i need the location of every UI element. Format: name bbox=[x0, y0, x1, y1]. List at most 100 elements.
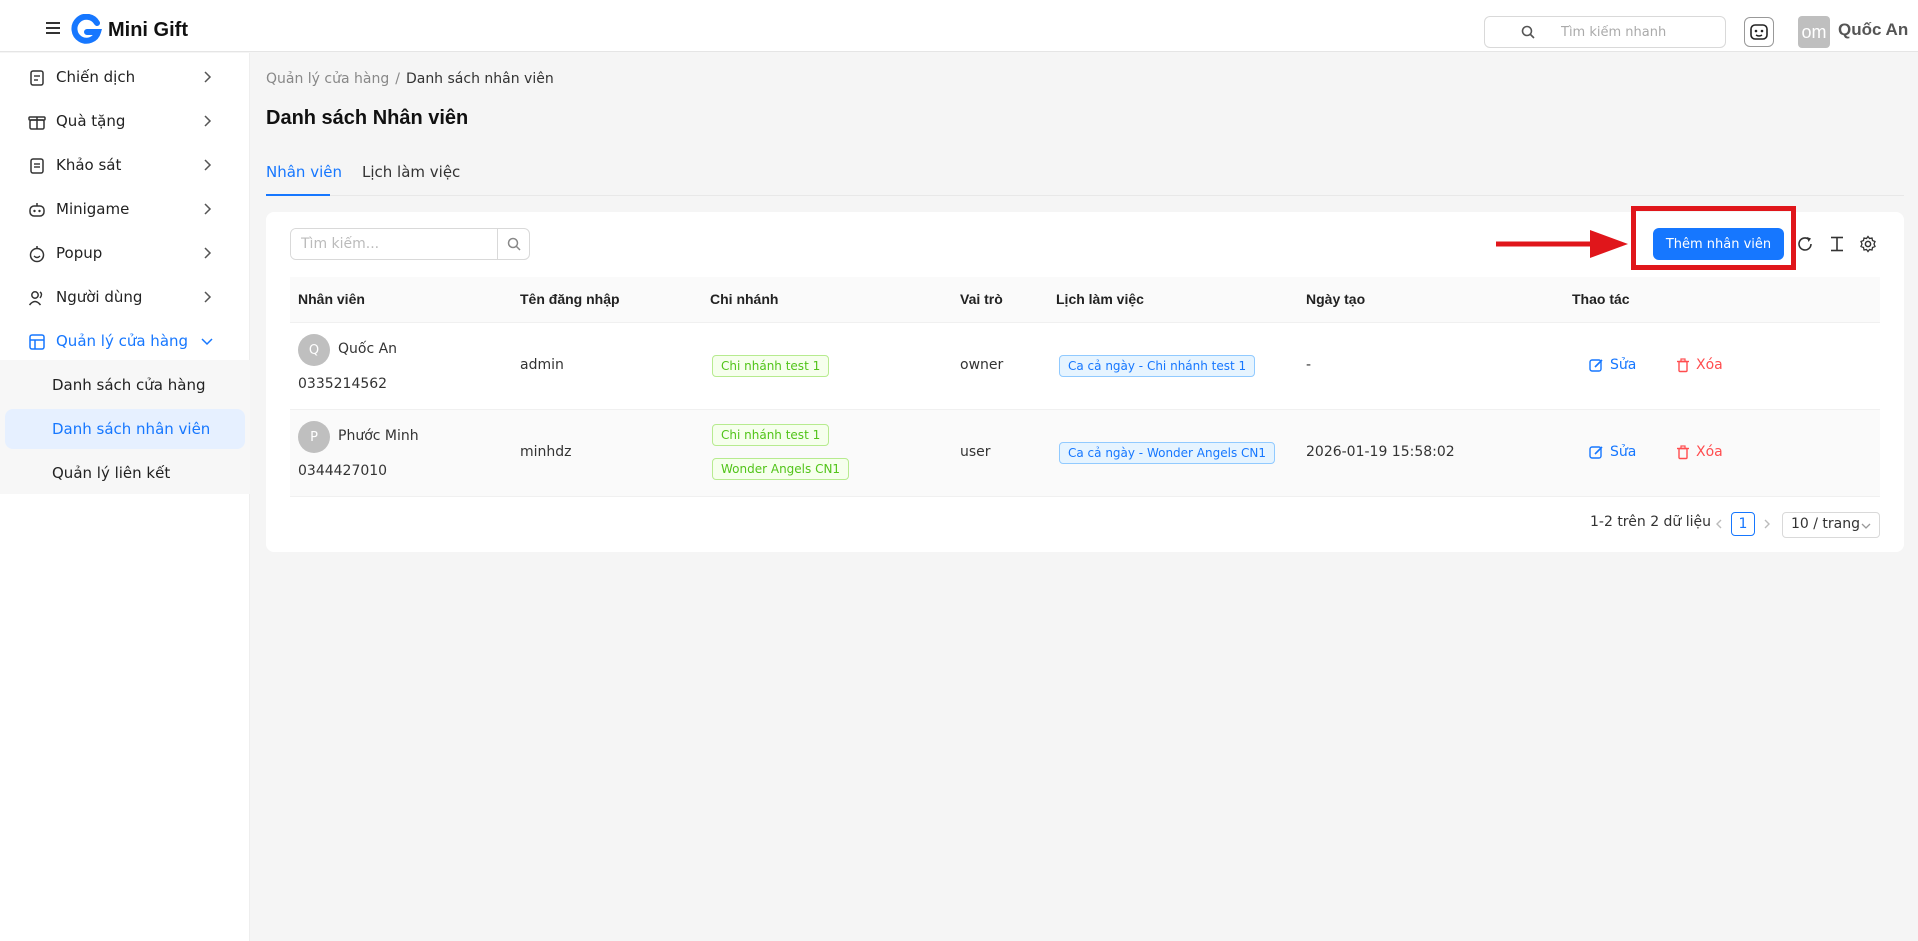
breadcrumb-parent[interactable]: Quản lý cửa hàng bbox=[266, 71, 389, 87]
staff-role: user bbox=[960, 444, 991, 460]
reload-icon[interactable] bbox=[1796, 235, 1814, 253]
page-title: Danh sách Nhân viên bbox=[266, 107, 469, 129]
next-page-icon[interactable] bbox=[1762, 519, 1772, 529]
chevron-right-icon bbox=[204, 159, 212, 171]
column-header: Chi nhánh bbox=[710, 291, 779, 307]
staff-username: minhdz bbox=[520, 444, 572, 460]
edit-icon bbox=[1589, 445, 1603, 459]
table-search-input[interactable] bbox=[291, 229, 498, 259]
table-row: Q Quốc An 0335214562 admin Chi nhánh tes… bbox=[290, 323, 1880, 410]
sidebar-item-store-management[interactable]: Quản lý cửa hàng bbox=[5, 321, 245, 361]
sidebar-item-label: Khảo sát bbox=[56, 156, 122, 174]
annotation-arrow-icon bbox=[1496, 230, 1628, 258]
chevron-right-icon bbox=[204, 71, 212, 83]
staff-table-card: Thêm nhân viên Nhân viên Tên đăng nhập C… bbox=[266, 206, 1904, 552]
tab-staff[interactable]: Nhân viên bbox=[266, 163, 342, 181]
staff-name: Quốc An bbox=[338, 341, 398, 357]
tab-active-indicator bbox=[266, 194, 330, 196]
table-header: Nhân viên Tên đăng nhập Chi nhánh Vai tr… bbox=[290, 277, 1880, 323]
schedule-tag: Ca cả ngày - Chi nhánh test 1 bbox=[1059, 355, 1256, 377]
column-header: Tên đăng nhập bbox=[520, 291, 620, 307]
sidebar-item-label: Popup bbox=[56, 244, 103, 262]
chevron-right-icon bbox=[204, 291, 212, 303]
chat-bot-button[interactable] bbox=[1744, 17, 1774, 47]
branch-tag: Wonder Angels CN1 bbox=[712, 458, 850, 480]
breadcrumb-current: Danh sách nhân viên bbox=[405, 71, 554, 87]
page-size-select[interactable]: 10 / trang bbox=[1782, 512, 1880, 538]
column-header: Nhân viên bbox=[298, 291, 365, 307]
sidebar-item-label: Người dùng bbox=[56, 288, 143, 306]
staff-phone: 0335214562 bbox=[298, 376, 388, 392]
edit-button[interactable]: Sửa bbox=[1589, 357, 1636, 373]
sidebar-subitem-store-list[interactable]: Danh sách cửa hàng bbox=[5, 365, 245, 405]
tab-schedule[interactable]: Lịch làm việc bbox=[362, 163, 460, 181]
quick-search-input[interactable] bbox=[1561, 21, 1719, 43]
tab-bar: Nhân viên Lịch làm việc bbox=[266, 150, 1904, 196]
chevron-down-icon bbox=[201, 338, 213, 346]
edit-button[interactable]: Sửa bbox=[1589, 444, 1636, 460]
sidebar-item-users[interactable]: Người dùng bbox=[5, 277, 245, 317]
table-row: P Phước Minh 0344427010 minhdz Chi nhánh… bbox=[290, 410, 1880, 497]
sidebar-item-label: Chiến dịch bbox=[56, 68, 136, 86]
sidebar-item-label: Quà tặng bbox=[56, 112, 126, 130]
add-staff-button[interactable]: Thêm nhân viên bbox=[1653, 228, 1784, 260]
column-header: Vai trò bbox=[960, 291, 1003, 307]
app-title: Mini Gift bbox=[108, 19, 188, 41]
trash-icon bbox=[1677, 357, 1689, 372]
sidebar-subitem-staff-list[interactable]: Danh sách nhân viên bbox=[5, 409, 245, 449]
chevron-right-icon bbox=[204, 115, 212, 127]
edit-label: Sửa bbox=[1610, 357, 1637, 373]
delete-label: Xóa bbox=[1696, 357, 1723, 373]
schedule-tag: Ca cả ngày - Wonder Angels CN1 bbox=[1059, 442, 1276, 464]
column-header: Ngày tạo bbox=[1306, 291, 1366, 307]
search-icon bbox=[507, 237, 521, 251]
sidebar-subitem-label: Quản lý liên kết bbox=[52, 464, 171, 482]
delete-button[interactable]: Xóa bbox=[1676, 357, 1723, 373]
column-header: Lịch làm việc bbox=[1056, 291, 1144, 307]
store-submenu: Danh sách cửa hàng Danh sách nhân viên Q… bbox=[0, 360, 250, 494]
staff-phone: 0344427010 bbox=[298, 463, 388, 479]
sidebar-subitem-label: Danh sách cửa hàng bbox=[52, 376, 206, 394]
trash-icon bbox=[1677, 444, 1689, 459]
staff-name: Phước Minh bbox=[338, 428, 419, 444]
page-number-current[interactable]: 1 bbox=[1731, 512, 1755, 536]
staff-role: owner bbox=[960, 357, 1004, 373]
sidebar-subitem-label: Danh sách nhân viên bbox=[52, 420, 211, 438]
user-avatar[interactable]: om bbox=[1798, 16, 1830, 48]
edit-label: Sửa bbox=[1610, 444, 1637, 460]
chevron-right-icon bbox=[204, 203, 212, 215]
sidebar-item-label: Minigame bbox=[56, 200, 130, 218]
settings-icon[interactable] bbox=[1859, 235, 1877, 253]
popup-icon bbox=[29, 246, 45, 263]
sidebar-item-popup[interactable]: Popup bbox=[5, 233, 245, 273]
sidebar-subitem-link-management[interactable]: Quản lý liên kết bbox=[5, 453, 245, 493]
breadcrumb-separator: / bbox=[395, 71, 400, 87]
search-icon bbox=[1521, 25, 1535, 39]
campaign-icon bbox=[30, 70, 44, 86]
page-size-value: 10 / trang bbox=[1791, 516, 1861, 532]
delete-label: Xóa bbox=[1696, 444, 1723, 460]
top-header: Mini Gift om Quốc An bbox=[0, 0, 1918, 52]
sidebar-item-campaign[interactable]: Chiến dịch bbox=[5, 57, 245, 97]
branch-tag: Chi nhánh test 1 bbox=[712, 424, 830, 446]
column-header: Thao tác bbox=[1572, 291, 1630, 307]
prev-page-icon[interactable] bbox=[1714, 519, 1724, 529]
sidebar-item-minigame[interactable]: Minigame bbox=[5, 189, 245, 229]
sidebar-item-gifts[interactable]: Quà tặng bbox=[5, 101, 245, 141]
sidebar-item-survey[interactable]: Khảo sát bbox=[5, 145, 245, 185]
table-search-button[interactable] bbox=[497, 229, 529, 259]
quick-search[interactable] bbox=[1484, 16, 1726, 48]
created-date: - bbox=[1306, 357, 1312, 373]
column-height-icon[interactable] bbox=[1828, 235, 1846, 253]
users-icon bbox=[28, 291, 43, 306]
menu-toggle-icon[interactable] bbox=[46, 22, 60, 34]
store-icon bbox=[29, 334, 45, 350]
staff-username: admin bbox=[520, 357, 564, 373]
user-name[interactable]: Quốc An bbox=[1838, 20, 1908, 40]
sidebar: Chiến dịch Quà tặng Khảo sát Minigame Po… bbox=[0, 53, 250, 941]
table-search[interactable] bbox=[290, 228, 530, 260]
bot-icon bbox=[1750, 24, 1768, 40]
delete-button[interactable]: Xóa bbox=[1676, 444, 1723, 460]
branch-tag: Chi nhánh test 1 bbox=[712, 355, 830, 377]
staff-avatar: Q bbox=[298, 334, 330, 366]
